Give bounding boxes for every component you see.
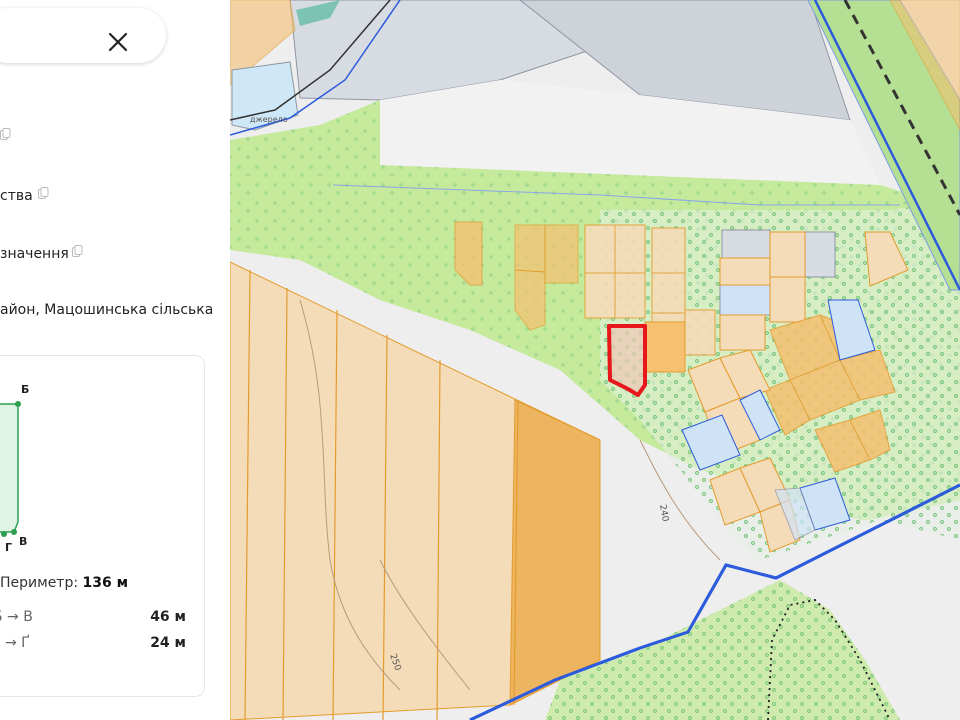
segment-label: Б → В (0, 609, 33, 625)
perimeter-label: Периметр: (0, 575, 79, 591)
info-row-purpose: ства (0, 188, 33, 204)
vertex-label-b: Б (21, 383, 30, 396)
close-icon[interactable] (104, 28, 132, 56)
search-box[interactable] (0, 8, 166, 63)
info-row-location: айон, Мацошинська сільська (0, 302, 214, 318)
perimeter-value: 136 м (82, 575, 129, 591)
vertex-label-g: Г (5, 541, 13, 554)
segment-value: 46 м (150, 609, 186, 625)
segment-label: → Ґ (5, 635, 30, 651)
copy-icon[interactable] (72, 245, 83, 258)
water-label: джерело (250, 115, 288, 124)
info-panel: ства значення айон, Мацошинська сільська… (0, 0, 230, 720)
perimeter-row: Периметр: 136 м (0, 575, 128, 591)
copy-icon[interactable] (0, 128, 11, 141)
info-row-designation: значення (0, 246, 69, 262)
copy-icon[interactable] (38, 187, 49, 200)
cadastral-map[interactable]: джерело 250 240 (230, 0, 960, 720)
segment-value: 24 м (150, 635, 186, 651)
plot-shape-diagram (0, 401, 21, 537)
vertex-label-v: В (19, 535, 28, 548)
